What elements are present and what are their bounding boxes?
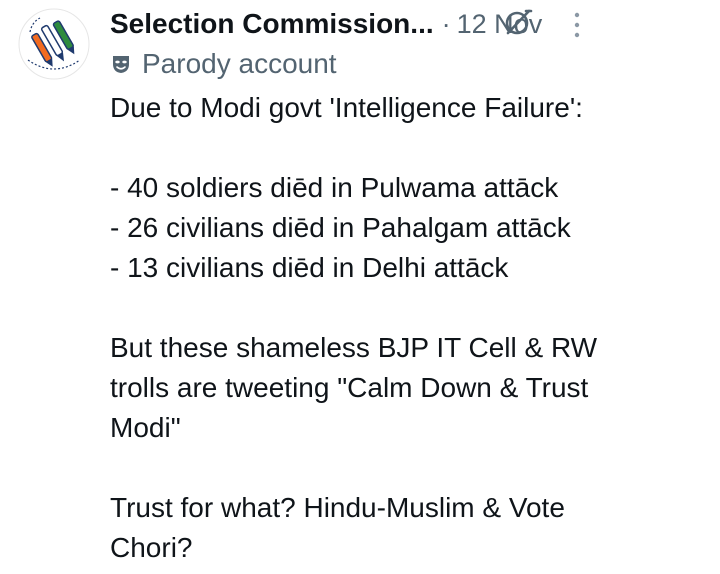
- tweet-card[interactable]: Selection Commission... · 12 Nov Parody …: [0, 0, 720, 574]
- more-vertical-icon[interactable]: [570, 10, 584, 40]
- tweet-header: Selection Commission... · 12 Nov: [110, 4, 700, 44]
- header-separator: ·: [441, 8, 451, 39]
- tweet-text-line: Trust for what? Hindu-Muslim & Vote: [110, 492, 565, 523]
- tweet-text-line: trolls are tweeting "Calm Down & Trust: [110, 372, 589, 403]
- tweet-text-line: - 40 soldiers diēd in Pulwama attāck: [110, 172, 559, 203]
- tweet-text-line: - 26 civilians diēd in Pahalgam attāck: [110, 212, 571, 243]
- tweet-text-line: But these shameless BJP IT Cell & RW: [110, 332, 598, 363]
- author-display-name[interactable]: Selection Commission...: [110, 8, 434, 40]
- grok-icon[interactable]: [502, 6, 534, 38]
- ballot-party-logo-icon: [18, 8, 90, 80]
- parody-label[interactable]: Parody account: [110, 44, 337, 84]
- avatar[interactable]: [18, 8, 90, 80]
- tweet-text: Due to Modi govt 'Intelligence Failure':…: [110, 88, 710, 568]
- parody-label-text: Parody account: [142, 48, 337, 79]
- parody-mask-icon: [113, 56, 129, 73]
- tweet-text-line: Modi": [110, 412, 181, 443]
- tweet-text-line: - 13 civilians diēd in Delhi attāck: [110, 252, 509, 283]
- tweet-text-line: Chori?: [110, 532, 193, 563]
- tweet-text-line: Due to Modi govt 'Intelligence Failure':: [110, 92, 583, 123]
